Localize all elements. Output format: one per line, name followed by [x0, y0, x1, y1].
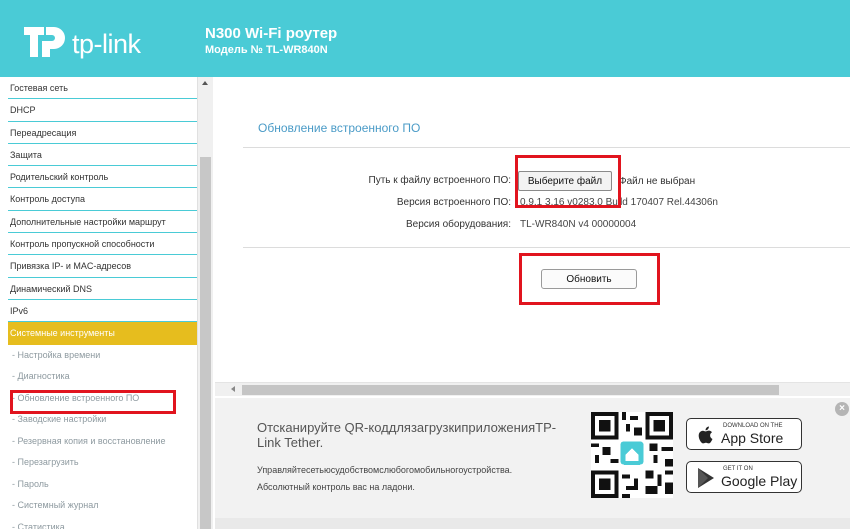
sidebar-item-ip-mac-binding[interactable]: Привязка IP- и MAC-адресов: [8, 255, 197, 278]
horizontal-scrollbar[interactable]: [215, 382, 850, 396]
sidebar-item-access-control[interactable]: Контроль доступа: [8, 188, 197, 211]
qr-code-icon: [591, 412, 673, 498]
app-store-label: App Store: [721, 430, 784, 446]
highlight-choose-file: [515, 155, 621, 208]
promo-title: Отсканируйте QR-коддлязагрузкиприложения…: [257, 420, 557, 450]
app-store-button[interactable]: DOWNLOAD ON THE App Store: [686, 418, 802, 450]
promo-description: Управляйтесетьюсудобствомслюбогомобильно…: [257, 462, 577, 496]
header: tp-link N300 Wi-Fi роутер Модель № TL-WR…: [0, 0, 850, 77]
sidebar-subitem-statistics[interactable]: - Статистика: [8, 516, 197, 529]
page-title: Обновление встроенного ПО: [258, 121, 421, 135]
sidebar-item-dhcp[interactable]: DHCP: [8, 99, 197, 122]
sidebar-menu: Гостевая сеть DHCP Переадресация Защита …: [8, 77, 197, 529]
sidebar-item-security[interactable]: Защита: [8, 144, 197, 167]
sidebar-subitem-password[interactable]: - Пароль: [8, 473, 197, 496]
google-play-small-text: GET IT ON: [723, 466, 753, 472]
router-model: Модель № TL-WR840N: [205, 44, 328, 56]
hardware-version-label: Версия оборудования:: [406, 219, 511, 230]
google-play-label: Google Play: [721, 473, 798, 489]
sidebar-subitem-time-settings[interactable]: - Настройка времени: [8, 344, 197, 367]
divider: [243, 247, 850, 248]
google-play-button[interactable]: GET IT ON Google Play: [686, 461, 802, 493]
sidebar-item-ipv6[interactable]: IPv6: [8, 300, 197, 323]
horizontal-scroll-thumb[interactable]: [242, 385, 779, 395]
sidebar-subitem-backup-restore[interactable]: - Резервная копия и восстановление: [8, 430, 197, 453]
scroll-up-icon[interactable]: [202, 81, 208, 85]
sidebar-subitem-system-log[interactable]: - Системный журнал: [8, 495, 197, 517]
firmware-version-label: Версия встроенного ПО:: [396, 197, 511, 208]
sidebar-item-parental-control[interactable]: Родительский контроль: [8, 166, 197, 189]
hardware-version-value: TL-WR840N v4 00000004: [520, 219, 637, 230]
scroll-left-icon[interactable]: [231, 386, 235, 392]
sidebar-item-bandwidth-control[interactable]: Контроль пропускной способности: [8, 233, 197, 256]
app-store-small-text: DOWNLOAD ON THE: [723, 423, 783, 429]
apple-icon: [698, 426, 713, 444]
router-title: N300 Wi-Fi роутер: [205, 25, 338, 42]
tp-link-logo[interactable]: tp-link: [22, 23, 182, 59]
sidebar-subitem-diagnostics[interactable]: - Диагностика: [8, 366, 197, 388]
no-file-text: Файл не выбран: [619, 176, 696, 187]
sidebar-item-forwarding[interactable]: Переадресация: [8, 122, 197, 144]
sidebar-scroll-thumb[interactable]: [200, 157, 211, 529]
sidebar-item-system-tools[interactable]: Системные инструменты: [8, 322, 197, 345]
tether-promo-banner: Отсканируйте QR-коддлязагрузкиприложения…: [215, 398, 850, 518]
logo-text: tp-link: [72, 29, 141, 59]
sidebar-item-guest-network[interactable]: Гостевая сеть: [8, 77, 197, 100]
close-icon[interactable]: ×: [835, 402, 849, 416]
promo-desc-line1: Управляйтесетьюсудобствомслюбогомобильно…: [257, 465, 513, 475]
google-play-icon: [698, 468, 714, 488]
sidebar-scrollbar[interactable]: [197, 77, 213, 529]
file-path-label: Путь к файлу встроенного ПО:: [368, 175, 511, 186]
main-content: Обновление встроенного ПО Путь к файлу в…: [215, 77, 850, 382]
sidebar-subitem-reboot[interactable]: - Перезагрузить: [8, 452, 197, 474]
sidebar-item-dynamic-dns[interactable]: Динамический DNS: [8, 278, 197, 300]
sidebar-item-advanced-routing[interactable]: Дополнительные настройки маршрут: [8, 211, 197, 234]
bottom-strip: [215, 518, 850, 529]
highlight-update-button: [519, 253, 660, 305]
tp-link-logo-icon: [24, 27, 65, 57]
divider: [243, 147, 850, 148]
promo-desc-line2: Абсолютный контроль вас на ладони.: [257, 482, 415, 492]
highlight-firmware-menu: [10, 390, 176, 414]
